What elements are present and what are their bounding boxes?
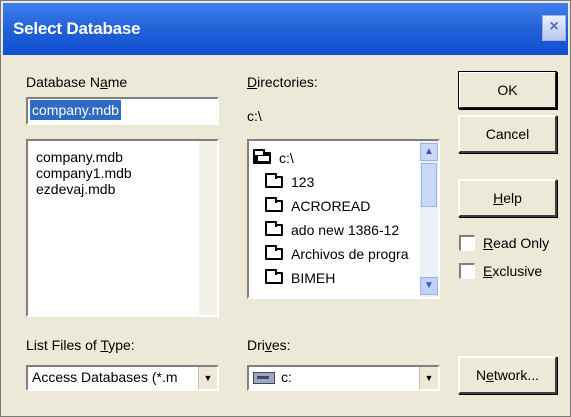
tree-item[interactable]: ado new 1386-12 bbox=[265, 219, 399, 241]
scroll-thumb[interactable] bbox=[421, 163, 437, 207]
drives-select[interactable]: c: ▼ bbox=[247, 365, 440, 391]
current-path: c:\ bbox=[247, 108, 262, 124]
drives-label: Drives: bbox=[247, 337, 291, 353]
network-button[interactable]: Network... bbox=[458, 356, 557, 394]
folder-icon bbox=[265, 269, 283, 284]
checkbox-icon bbox=[459, 235, 475, 251]
exclusive-checkbox[interactable]: Exclusive bbox=[459, 263, 542, 279]
database-name-value: company.mdb bbox=[30, 100, 121, 120]
tree-item-root[interactable]: c:\ bbox=[253, 147, 294, 169]
file-type-value: Access Databases (*.m bbox=[32, 369, 178, 385]
title-bar[interactable]: Select Database × bbox=[3, 3, 568, 55]
folder-icon bbox=[265, 221, 283, 236]
select-database-dialog: Select Database × Database Name company.… bbox=[0, 0, 571, 417]
scroll-down-icon[interactable]: ▼ bbox=[420, 277, 438, 295]
file-list-scrollbar[interactable] bbox=[199, 141, 217, 315]
directories-label: Directories: bbox=[247, 74, 318, 90]
list-item[interactable]: ezdevaj.mdb bbox=[36, 181, 115, 197]
ok-button[interactable]: OK bbox=[458, 71, 557, 109]
read-only-checkbox[interactable]: Read Only bbox=[459, 235, 549, 251]
tree-item[interactable]: BIMEH bbox=[265, 267, 335, 289]
tree-item[interactable]: ACROREAD bbox=[265, 195, 370, 217]
chevron-down-icon[interactable]: ▼ bbox=[419, 367, 438, 389]
list-item[interactable]: company.mdb bbox=[36, 149, 123, 165]
chevron-down-icon[interactable]: ▼ bbox=[198, 367, 217, 389]
directory-tree[interactable]: c:\ 123 ACROREAD ado new 1386-12 Archivo… bbox=[247, 139, 440, 299]
scroll-up-icon[interactable]: ▲ bbox=[420, 143, 438, 161]
checkbox-icon bbox=[459, 263, 475, 279]
file-list[interactable]: company.mdb company1.mdb ezdevaj.mdb bbox=[26, 139, 219, 317]
file-type-label: List Files of Type: bbox=[26, 337, 135, 353]
folder-icon bbox=[265, 245, 283, 260]
tree-item[interactable]: Archivos de progra bbox=[265, 243, 409, 265]
folder-icon bbox=[265, 173, 283, 188]
directory-scrollbar[interactable]: ▲ ▼ bbox=[420, 141, 438, 297]
file-type-select[interactable]: Access Databases (*.m ▼ bbox=[26, 365, 219, 391]
folder-icon bbox=[265, 197, 283, 212]
database-name-label: Database Name bbox=[26, 74, 128, 90]
open-folder-icon bbox=[253, 149, 271, 164]
database-name-input[interactable]: company.mdb bbox=[26, 97, 219, 125]
cancel-button[interactable]: Cancel bbox=[458, 115, 557, 153]
list-item[interactable]: company1.mdb bbox=[36, 165, 132, 181]
drive-value: c: bbox=[281, 369, 292, 385]
drive-icon bbox=[253, 372, 275, 385]
help-button[interactable]: Help bbox=[458, 179, 557, 217]
window-title: Select Database bbox=[13, 19, 141, 38]
tree-item[interactable]: 123 bbox=[265, 171, 314, 193]
close-icon[interactable]: × bbox=[542, 15, 566, 41]
